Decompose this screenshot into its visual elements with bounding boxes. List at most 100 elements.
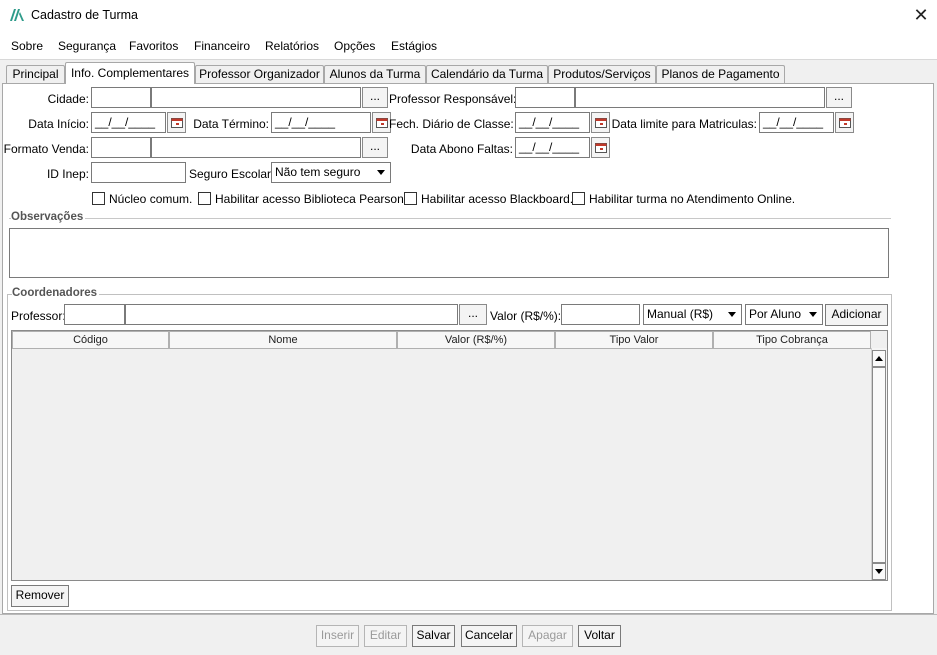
calendar-icon [595, 143, 607, 153]
nucleo-comum-label: Núcleo comum. [109, 192, 193, 206]
cidade-name-input[interactable] [151, 87, 361, 108]
professor-search-button[interactable]: ... [459, 304, 487, 325]
menu-seguranca[interactable]: Segurança [58, 39, 116, 53]
cidade-code-input[interactable] [91, 87, 151, 108]
data-inicio-calendar-button[interactable] [167, 112, 186, 133]
prof-responsavel-label: Professor Responsável: [389, 92, 517, 106]
tab-alunos-da-turma[interactable]: Alunos da Turma [324, 65, 426, 84]
seguro-escolar-select[interactable]: Não tem seguro [271, 162, 391, 183]
id-inep-label: ID Inep: [46, 167, 89, 181]
tab-produtos-servicos[interactable]: Produtos/Serviços [548, 65, 656, 84]
remover-button[interactable]: Remover [11, 585, 69, 607]
cidade-search-button[interactable]: ... [362, 87, 388, 108]
voltar-button[interactable]: Voltar [578, 625, 621, 647]
tipo-valor-value: Manual (R$) [647, 307, 714, 321]
menu-relatorios[interactable]: Relatórios [265, 39, 319, 53]
close-icon[interactable]: ✕ [912, 6, 930, 24]
tab-principal[interactable]: Principal [6, 65, 65, 84]
adicionar-button[interactable]: Adicionar [825, 304, 888, 326]
data-abono-input[interactable]: __/__/____ [515, 137, 590, 158]
col-header-codigo[interactable]: Código [12, 331, 169, 349]
scroll-up-button[interactable] [872, 350, 886, 367]
footer-bar: Inserir Editar Salvar Cancelar Apagar Vo… [0, 614, 937, 655]
tipo-cobranca-value: Por Aluno [749, 307, 802, 321]
coordenadores-grid[interactable] [11, 330, 888, 581]
window-title: Cadastro de Turma [31, 8, 138, 22]
formato-venda-name-input[interactable] [151, 137, 361, 158]
salvar-button[interactable]: Salvar [412, 625, 455, 647]
data-inicio-input[interactable]: __/__/____ [91, 112, 166, 133]
menu-opcoes[interactable]: Opções [334, 39, 375, 53]
data-inicio-label: Data Início: [28, 117, 89, 131]
prof-responsavel-search-button[interactable]: ... [826, 87, 852, 108]
cidade-label: Cidade: [47, 92, 89, 106]
biblioteca-pearson-checkbox[interactable] [198, 192, 211, 205]
col-header-valor[interactable]: Valor (R$/%) [397, 331, 555, 349]
fech-diario-label: Fech. Diário de Classe: [389, 117, 514, 131]
valor-input[interactable] [561, 304, 640, 325]
chevron-down-icon [728, 312, 736, 317]
prof-responsavel-code-input[interactable] [515, 87, 575, 108]
seguro-escolar-value: Não tem seguro [275, 165, 361, 179]
col-header-tipo-valor[interactable]: Tipo Valor [555, 331, 713, 349]
editar-button[interactable]: Editar [364, 625, 407, 647]
professor-label: Professor: [11, 309, 66, 323]
menu-bar: Sobre Segurança Favoritos Financeiro Rel… [0, 32, 937, 60]
atendimento-online-label: Habilitar turma no Atendimento Online. [589, 192, 796, 206]
observacoes-divider [9, 218, 891, 219]
prof-responsavel-name-input[interactable] [575, 87, 825, 108]
inserir-button[interactable]: Inserir [316, 625, 359, 647]
col-header-tipo-cobranca[interactable]: Tipo Cobrança [713, 331, 871, 349]
chevron-down-icon [809, 312, 817, 317]
formato-venda-search-button[interactable]: ... [362, 137, 388, 158]
nucleo-comum-checkbox[interactable] [92, 192, 105, 205]
col-header-nome[interactable]: Nome [169, 331, 397, 349]
tab-planos-de-pagamento[interactable]: Planos de Pagamento [656, 65, 785, 84]
blackboard-checkbox[interactable] [404, 192, 417, 205]
blackboard-label: Habilitar acesso Blackboard. [421, 192, 574, 206]
tipo-cobranca-select[interactable]: Por Aluno [745, 304, 823, 325]
tab-info-complementares[interactable]: Info. Complementares [65, 62, 195, 84]
data-termino-input[interactable]: __/__/____ [271, 112, 371, 133]
tipo-valor-select[interactable]: Manual (R$) [643, 304, 742, 325]
tab-professor-organizador[interactable]: Professor Organizador [195, 65, 324, 84]
id-inep-input[interactable] [91, 162, 186, 183]
data-abono-calendar-button[interactable] [591, 137, 610, 158]
menu-favoritos[interactable]: Favoritos [129, 39, 178, 53]
calendar-icon [839, 118, 851, 128]
data-limite-calendar-button[interactable] [835, 112, 854, 133]
arrow-up-icon [875, 356, 883, 361]
fech-diario-input[interactable]: __/__/____ [515, 112, 590, 133]
data-termino-label: Data Término: [193, 117, 269, 131]
menu-estagios[interactable]: Estágios [391, 39, 437, 53]
scroll-down-button[interactable] [872, 563, 886, 580]
data-limite-input[interactable]: __/__/____ [759, 112, 834, 133]
calendar-icon [171, 118, 183, 128]
professor-code-input[interactable] [64, 304, 125, 325]
formato-venda-code-input[interactable] [91, 137, 151, 158]
arrow-down-icon [875, 569, 883, 574]
app-logo-icon [9, 8, 25, 22]
tab-calendario-da-turma[interactable]: Calendário da Turma [426, 65, 548, 84]
observacoes-textarea[interactable] [9, 228, 889, 278]
observacoes-title: Observações [11, 211, 86, 223]
formato-venda-label: Formato Venda: [3, 142, 89, 156]
menu-financeiro[interactable]: Financeiro [194, 39, 250, 53]
valor-label: Valor (R$/%): [490, 309, 562, 323]
chevron-down-icon [377, 170, 385, 175]
title-bar: Cadastro de Turma ✕ [0, 0, 937, 32]
apagar-button[interactable]: Apagar [522, 625, 573, 647]
biblioteca-pearson-label: Habilitar acesso Biblioteca Pearson. [215, 192, 408, 206]
calendar-icon [376, 118, 388, 128]
professor-name-input[interactable] [125, 304, 458, 325]
calendar-icon [595, 118, 607, 128]
coordenadores-title: Coordenadores [12, 287, 99, 299]
seguro-escolar-label: Seguro Escolar: [189, 167, 275, 181]
menu-sobre[interactable]: Sobre [11, 39, 43, 53]
cancelar-button[interactable]: Cancelar [461, 625, 517, 647]
atendimento-online-checkbox[interactable] [572, 192, 585, 205]
fech-diario-calendar-button[interactable] [591, 112, 610, 133]
scroll-thumb[interactable] [872, 367, 886, 563]
data-limite-label: Data limite para Matriculas: [611, 117, 757, 131]
tab-panel: Cidade: ... Professor Responsável: ... D… [2, 83, 934, 614]
